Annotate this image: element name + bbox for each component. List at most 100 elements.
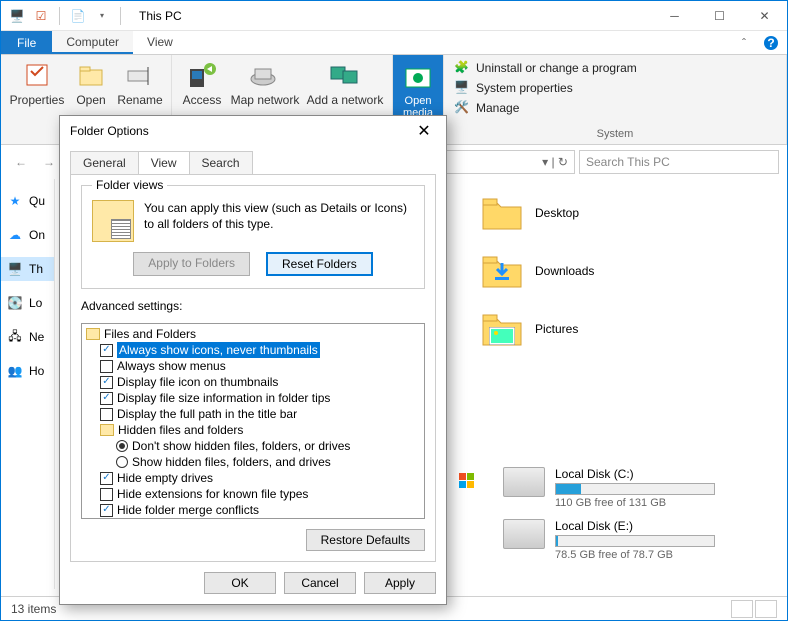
collapse-ribbon-icon[interactable]: ˆ [729, 31, 759, 54]
tree-item[interactable]: ✓Hide folder merge conflicts [84, 502, 422, 518]
dialog-close-button[interactable]: ✕ [412, 121, 436, 141]
checkbox[interactable]: ✓ [100, 376, 113, 389]
advanced-settings-label: Advanced settings: [81, 299, 425, 313]
checkbox[interactable] [100, 488, 113, 501]
tree-item[interactable]: Hide extensions for known file types [84, 486, 422, 502]
sidebar-item-thispc[interactable]: 🖥️Th [1, 257, 54, 281]
sysprops-icon: 🖥️ [454, 80, 470, 96]
file-tab[interactable]: File [1, 31, 52, 54]
folder-icon [481, 251, 523, 291]
radio[interactable] [116, 456, 128, 468]
apply-button[interactable]: Apply [364, 572, 436, 594]
restore-defaults-button[interactable]: Restore Defaults [306, 529, 425, 551]
open-button[interactable]: Open [71, 59, 111, 107]
ribbon-tabs: File Computer View ˆ ? [1, 31, 787, 55]
svg-text:?: ? [767, 36, 774, 50]
folder-item[interactable]: Desktop [481, 193, 775, 233]
reset-folders-button[interactable]: Reset Folders [266, 252, 373, 276]
view-tab-dialog[interactable]: View [138, 151, 190, 174]
disk-item[interactable]: Local Disk (E:) 78.5 GB free of 78.7 GB [481, 519, 775, 561]
cloud-icon: ☁ [7, 227, 23, 243]
checkbox[interactable]: ✓ [100, 472, 113, 485]
tree-item[interactable]: ✓Display file icon on thumbnails [84, 374, 422, 390]
apply-to-folders-button[interactable]: Apply to Folders [133, 252, 250, 276]
window-title: This PC [131, 9, 182, 23]
cancel-button[interactable]: Cancel [284, 572, 356, 594]
rename-button[interactable]: Rename [117, 59, 163, 107]
add-network-button[interactable]: Add a network [306, 59, 384, 107]
access-button[interactable]: Access [180, 59, 224, 107]
disk-item[interactable]: Local Disk (C:) 110 GB free of 131 GB [481, 467, 775, 509]
properties-button[interactable]: Properties [9, 59, 65, 107]
checkbox[interactable]: ✓ [100, 344, 113, 357]
tree-item[interactable]: ✓Display file size information in folder… [84, 390, 422, 406]
pc-icon: 🖥️ [7, 261, 23, 277]
manage[interactable]: 🛠️Manage [454, 99, 519, 117]
pc-icon: 🖥️ [7, 6, 27, 26]
radio[interactable] [116, 440, 128, 452]
disk-usage-bar [555, 535, 715, 547]
checkbox[interactable]: ✓ [100, 392, 113, 405]
open-media-icon [402, 61, 434, 93]
folder-views-group: Folder views You can apply this view (su… [81, 185, 425, 289]
tree-item[interactable]: Don't show hidden files, folders, or dri… [84, 438, 422, 454]
folder-item[interactable]: Pictures [481, 309, 775, 349]
folder-views-icon [92, 200, 134, 242]
help-icon[interactable]: ? [759, 31, 783, 54]
search-input[interactable]: Search This PC [579, 150, 779, 174]
manage-icon: 🛠️ [454, 100, 470, 116]
checkbox[interactable]: ✓ [100, 504, 113, 517]
tree-item[interactable]: Always show menus [84, 358, 422, 374]
tree-item[interactable]: Display the full path in the title bar [84, 406, 422, 422]
folder-icon [86, 328, 100, 340]
tree-item[interactable]: Show hidden files, folders, and drives [84, 454, 422, 470]
map-network-button[interactable]: Map network [230, 59, 300, 107]
open-icon [75, 59, 107, 91]
sidebar-item-homegroup[interactable]: 👥Ho [1, 359, 54, 383]
icons-view-button[interactable] [755, 600, 777, 618]
search-tab[interactable]: Search [189, 151, 253, 174]
refresh-icon[interactable]: ▾ | ↻ [542, 155, 568, 169]
doc-icon[interactable]: 📄 [68, 6, 88, 26]
close-button[interactable]: ✕ [742, 1, 787, 31]
uninstall-icon: 🧩 [454, 60, 470, 76]
folder-icon [481, 193, 523, 233]
titlebar: 🖥️ ☑ 📄 ▾ This PC ─ ☐ ✕ [1, 1, 787, 31]
computer-tab[interactable]: Computer [52, 31, 133, 54]
back-button[interactable]: ← [9, 150, 33, 174]
ok-button[interactable]: OK [204, 572, 276, 594]
uninstall-program[interactable]: 🧩Uninstall or change a program [454, 59, 637, 77]
star-icon: ★ [7, 193, 23, 209]
disk-usage-bar [555, 483, 715, 495]
tree-item[interactable]: Hidden files and folders [84, 422, 422, 438]
sidebar-item-onedrive[interactable]: ☁On [1, 223, 54, 247]
properties-icon [21, 59, 53, 91]
map-network-icon [249, 59, 281, 91]
drive-icon [503, 519, 545, 549]
home-icon: 👥 [7, 363, 23, 379]
folder-options-dialog: Folder Options ✕ General View Search Fol… [59, 115, 447, 605]
check-icon[interactable]: ☑ [31, 6, 51, 26]
access-icon [186, 59, 218, 91]
maximize-button[interactable]: ☐ [697, 1, 742, 31]
add-network-icon [329, 59, 361, 91]
tree-item[interactable]: ✓Hide empty drives [84, 470, 422, 486]
view-tab[interactable]: View [133, 31, 187, 54]
sidebar-item-quick[interactable]: ★Qu [1, 189, 54, 213]
minimize-button[interactable]: ─ [652, 1, 697, 31]
checkbox[interactable] [100, 360, 113, 373]
checkbox[interactable] [100, 408, 113, 421]
folder-item[interactable]: Downloads [481, 251, 775, 291]
system-properties[interactable]: 🖥️System properties [454, 79, 573, 97]
details-view-button[interactable] [731, 600, 753, 618]
advanced-settings-tree[interactable]: Files and Folders ✓Always show icons, ne… [81, 323, 425, 519]
forward-button[interactable]: → [37, 150, 61, 174]
general-tab[interactable]: General [70, 151, 139, 174]
dropdown-icon[interactable]: ▾ [92, 6, 112, 26]
sidebar: ★Qu ☁On 🖥️Th 💽Lo 🖧Ne 👥Ho [1, 179, 55, 589]
item-count: 13 items [11, 602, 56, 616]
sidebar-item-local[interactable]: 💽Lo [1, 291, 54, 315]
dialog-title: Folder Options [70, 124, 149, 138]
tree-item[interactable]: ✓Always show icons, never thumbnails [84, 342, 422, 358]
sidebar-item-network[interactable]: 🖧Ne [1, 325, 54, 349]
